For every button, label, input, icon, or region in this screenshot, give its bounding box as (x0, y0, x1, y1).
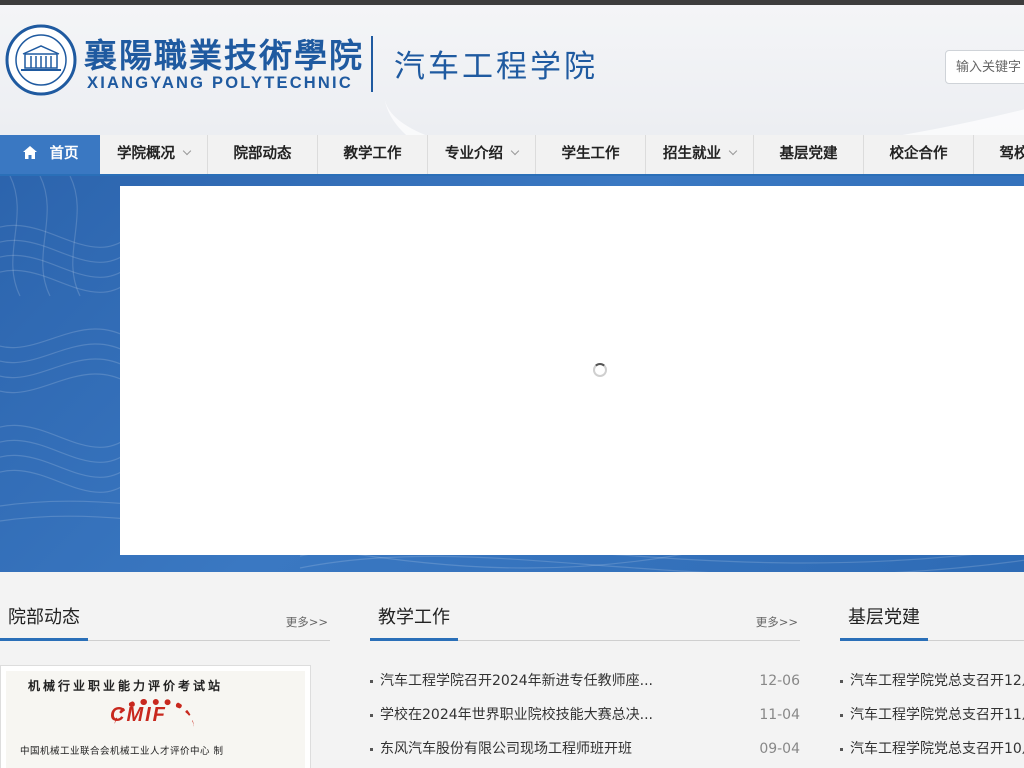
news-date: 09-04 (759, 741, 800, 757)
news-date: 11-04 (759, 707, 800, 723)
bullet-icon (840, 680, 843, 683)
certificate-org: 中国机械工业联合会机械工业人才评价中心 制 (20, 746, 224, 757)
list-item[interactable]: 汽车工程学院党总支召开12月 (840, 664, 1024, 698)
loading-spinner-icon (593, 363, 607, 377)
section-header-party: 基层党建 (840, 601, 1024, 641)
news-image-card[interactable]: 机械行业职业能力评价考试站 CMIF 中国机械工业联合会机械工业人才评价中心 制 (0, 665, 311, 768)
bullet-icon (840, 748, 843, 751)
more-link[interactable]: 更多>> (286, 614, 328, 630)
college-name[interactable]: 汽车工程学院 (394, 41, 598, 86)
nav-label: 教学工作 (343, 146, 402, 162)
list-item[interactable]: 汽车工程学院党总支召开11月 (840, 698, 1024, 732)
main-nav: 首页 学院概况 院部动态 教学工作 专业介绍 学生工作 招生就业 基层党建 校企… (0, 135, 1024, 176)
news-title[interactable]: 汽车工程学院党总支召开10月 (850, 732, 1024, 766)
nav-label: 院部动态 (233, 146, 292, 162)
nav-item-overview[interactable]: 学院概况 (100, 135, 208, 174)
home-icon (22, 145, 37, 159)
list-item[interactable]: 东风汽车股份有限公司现场工程师班开班 09-04 (370, 732, 800, 766)
nav-label: 校企合作 (889, 146, 948, 162)
section-header-news: 院部动态 更多>> (0, 601, 330, 641)
site-header: 襄陽職業技術學院 XIANGYANG POLYTECHNIC 汽车工程学院 (0, 5, 1024, 135)
nav-item-driving-school[interactable]: 驾校 (974, 135, 1024, 174)
list-item[interactable]: 汽车工程学院召开2024年新进专任教师座... 12-06 (370, 664, 800, 698)
chevron-down-icon (182, 146, 192, 156)
news-title[interactable]: 汽车工程学院党总支召开11月 (850, 698, 1024, 732)
nav-label: 首页 (49, 146, 79, 162)
nav-item-majors[interactable]: 专业介绍 (428, 135, 536, 174)
banner-area (0, 176, 1024, 572)
news-title[interactable]: 汽车工程学院召开2024年新进专任教师座... (380, 664, 653, 698)
chevron-down-icon (510, 146, 520, 156)
chevron-down-icon (728, 146, 738, 156)
nav-item-teaching[interactable]: 教学工作 (318, 135, 428, 174)
cmif-logo: CMIF (110, 704, 167, 726)
nav-label: 基层党建 (779, 146, 838, 162)
section-header-teaching: 教学工作 更多>> (370, 601, 800, 641)
teaching-news-list: 汽车工程学院召开2024年新进专任教师座... 12-06 学校在2024年世界… (370, 664, 800, 766)
news-date: 12-06 (759, 673, 800, 689)
nav-label: 驾校 (999, 146, 1024, 162)
search-input[interactable] (946, 51, 1024, 83)
news-title[interactable]: 汽车工程学院党总支召开12月 (850, 664, 1024, 698)
certificate-title: 机械行业职业能力评价考试站 (28, 679, 224, 693)
search-box (945, 50, 1024, 84)
bullet-icon (370, 680, 373, 683)
bullet-icon (370, 748, 373, 751)
nav-item-home[interactable]: 首页 (0, 135, 100, 174)
nav-label: 学生工作 (561, 146, 620, 162)
school-name-cn[interactable]: 襄陽職業技術學院 (84, 29, 364, 77)
content-area: 院部动态 更多>> 机械行业职业能力评价考试站 CMIF 中国机械工业联合会机械… (0, 572, 1024, 768)
section-title[interactable]: 院部动态 (0, 601, 88, 641)
nav-item-party[interactable]: 基层党建 (754, 135, 864, 174)
logo-divider (371, 36, 373, 92)
nav-item-cooperation[interactable]: 校企合作 (864, 135, 974, 174)
news-title[interactable]: 学校在2024年世界职业院校技能大赛总决... (380, 698, 653, 732)
section-title[interactable]: 教学工作 (370, 601, 458, 641)
section-title[interactable]: 基层党建 (840, 601, 928, 641)
nav-label: 学院概况 (117, 146, 175, 162)
bullet-icon (370, 714, 373, 717)
news-title[interactable]: 东风汽车股份有限公司现场工程师班开班 (380, 732, 632, 766)
list-item[interactable]: 汽车工程学院党总支召开10月 (840, 732, 1024, 766)
nav-item-admissions[interactable]: 招生就业 (646, 135, 754, 174)
more-link[interactable]: 更多>> (756, 614, 798, 630)
school-name-en[interactable]: XIANGYANG POLYTECHNIC (87, 74, 353, 93)
bullet-icon (840, 714, 843, 717)
school-seal-logo[interactable] (5, 24, 77, 96)
nav-item-news[interactable]: 院部动态 (208, 135, 318, 174)
nav-label: 招生就业 (663, 146, 721, 162)
list-item[interactable]: 学校在2024年世界职业院校技能大赛总决... 11-04 (370, 698, 800, 732)
certificate-image: 机械行业职业能力评价考试站 CMIF 中国机械工业联合会机械工业人才评价中心 制 (6, 671, 305, 768)
party-news-list: 汽车工程学院党总支召开12月 汽车工程学院党总支召开11月 汽车工程学院党总支召… (840, 664, 1024, 766)
nav-item-student-work[interactable]: 学生工作 (536, 135, 646, 174)
nav-label: 专业介绍 (445, 146, 503, 162)
banner-slide[interactable] (120, 186, 1024, 555)
